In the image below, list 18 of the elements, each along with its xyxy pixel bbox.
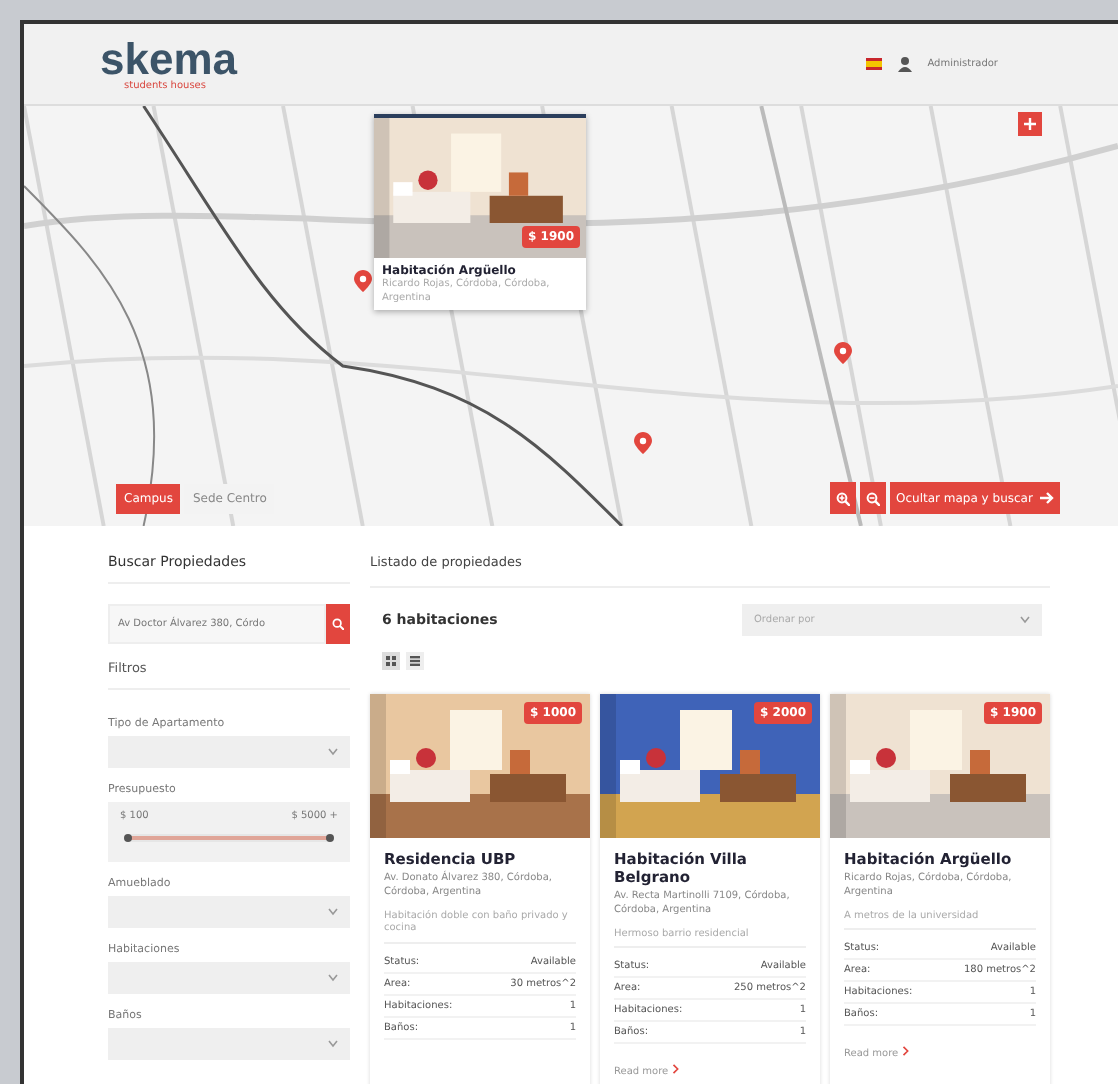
logo[interactable]: skema — [100, 37, 238, 81]
flag-icon — [865, 58, 882, 70]
chevron-down-icon — [328, 974, 338, 982]
chevron-right-icon — [671, 1064, 680, 1075]
slider-handle[interactable] — [124, 834, 132, 842]
chevron-down-icon — [1020, 616, 1030, 624]
chevron-right-icon — [901, 1046, 910, 1057]
list-icon — [410, 656, 420, 666]
slider-handle[interactable] — [326, 834, 334, 842]
chevron-down-icon — [328, 1040, 338, 1048]
chevron-down-icon — [328, 748, 338, 756]
grid-view-button[interactable] — [382, 652, 400, 670]
list-view-button[interactable] — [406, 652, 424, 670]
chevron-down-icon — [328, 908, 338, 916]
grid-icon — [386, 656, 396, 666]
search-button[interactable] — [326, 604, 350, 644]
search-icon — [332, 618, 344, 630]
user-icon — [897, 56, 912, 72]
